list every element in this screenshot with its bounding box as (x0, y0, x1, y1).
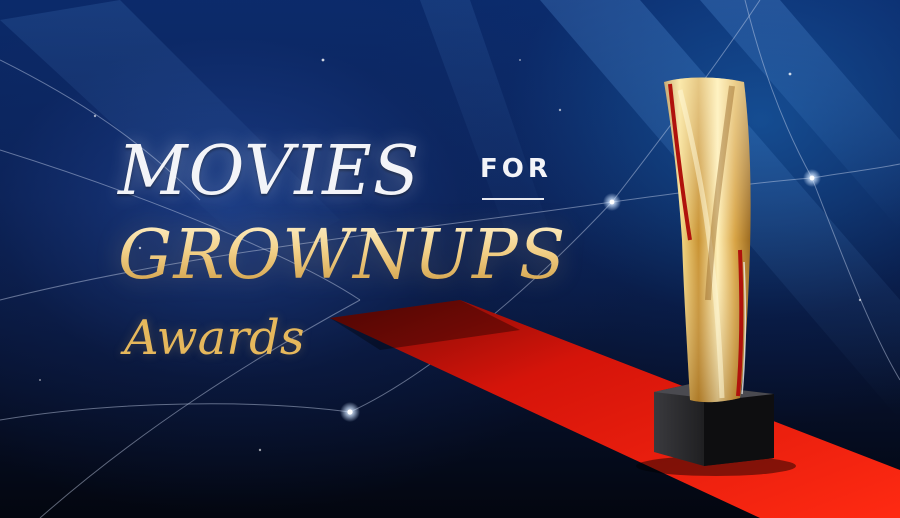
for-underline (482, 198, 544, 200)
awards-banner: MOVIES FOR GROWNUPS Awards (0, 0, 900, 518)
title-awards: Awards (124, 310, 305, 366)
awards-title: MOVIES FOR GROWNUPS Awards (118, 132, 618, 392)
title-for: FOR (480, 154, 552, 184)
title-movies: MOVIES (118, 132, 421, 211)
title-grownups: GROWNUPS (118, 216, 567, 295)
